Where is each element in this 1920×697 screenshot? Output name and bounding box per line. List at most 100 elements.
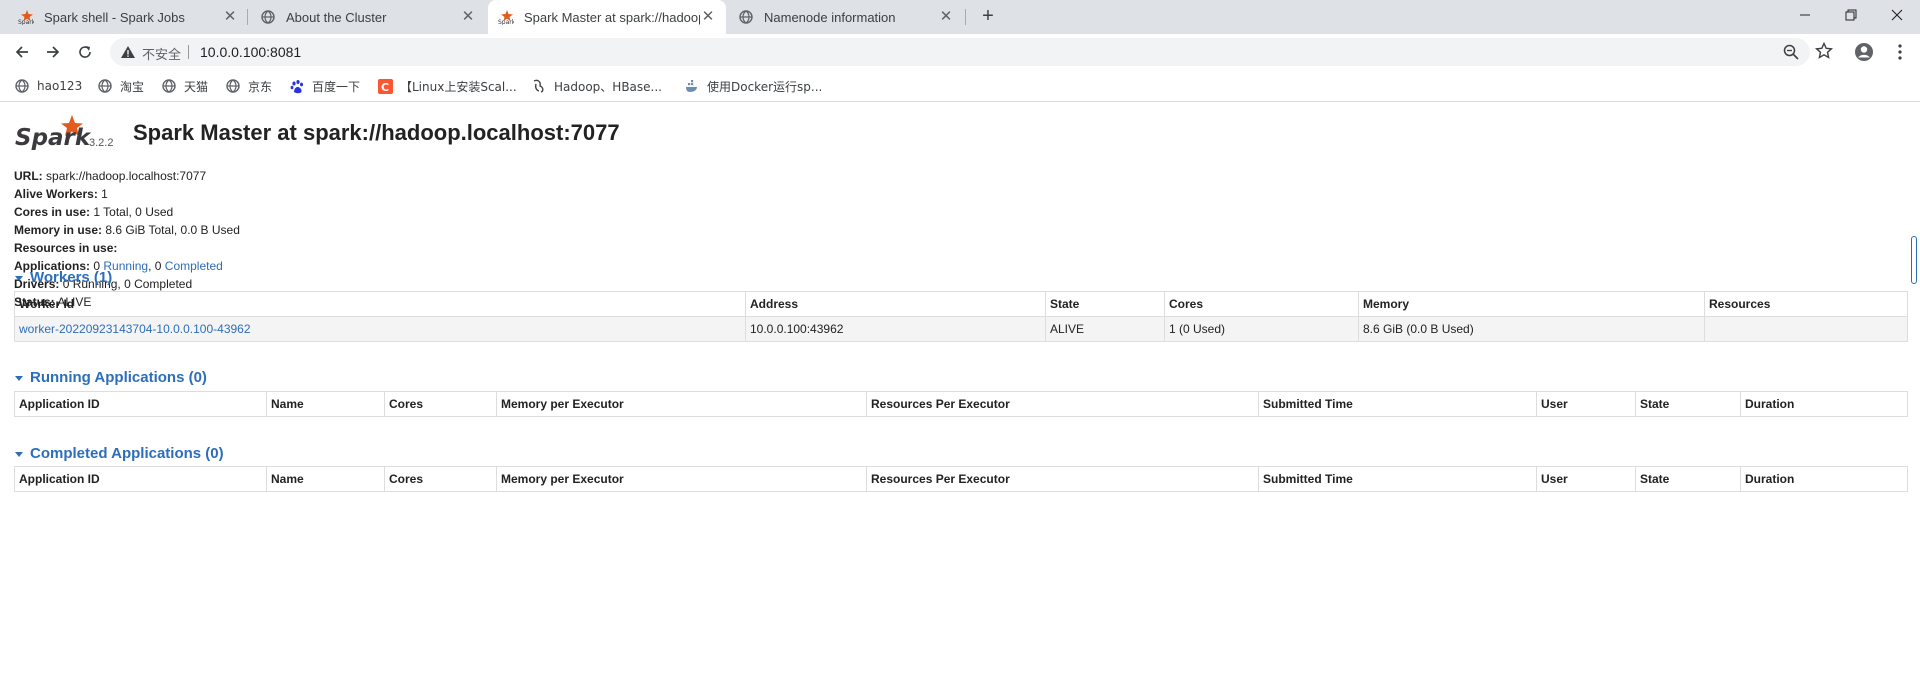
col-memory[interactable]: Memory xyxy=(1358,291,1705,317)
workers-section-toggle[interactable]: Workers (1) xyxy=(14,269,112,286)
col-cores[interactable]: Cores xyxy=(1164,291,1359,317)
col-application-id[interactable]: Application ID xyxy=(14,391,267,417)
close-icon[interactable]: ✕ xyxy=(222,9,238,25)
col-resources-per-executor[interactable]: Resources Per Executor xyxy=(866,466,1259,492)
csdn-c-icon: C xyxy=(377,78,393,94)
menu-kebab-icon[interactable] xyxy=(1890,42,1910,62)
bookmark-linux-scala[interactable]: C 【Linux上安装Scal... xyxy=(377,76,517,96)
col-application-id[interactable]: Application ID xyxy=(14,466,267,492)
close-icon[interactable]: ✕ xyxy=(700,9,716,25)
baidu-paw-icon xyxy=(289,78,305,94)
svg-text:Spark: Spark xyxy=(498,19,514,25)
spark-favicon-icon: Spark xyxy=(18,9,34,25)
security-label[interactable]: 不安全 xyxy=(142,44,181,63)
completed-apps-section-toggle[interactable]: Completed Applications (0) xyxy=(14,445,224,462)
svg-text:C: C xyxy=(381,81,389,94)
tab-separator xyxy=(247,9,248,25)
bookmark-label: 使用Docker运行sp... xyxy=(707,79,823,94)
completed-apps-link[interactable]: Completed xyxy=(165,259,223,273)
worker-id-link[interactable]: worker-20220923143704-10.0.0.100-43962 xyxy=(19,322,251,336)
globe-icon xyxy=(260,9,276,25)
profile-avatar-icon[interactable] xyxy=(1854,42,1874,62)
col-duration[interactable]: Duration xyxy=(1740,391,1908,417)
tab-spark-shell[interactable]: Spark Spark shell - Spark Jobs ✕ xyxy=(8,0,248,34)
col-user[interactable]: User xyxy=(1536,466,1636,492)
caret-down-icon xyxy=(15,451,23,457)
new-tab-plus-icon[interactable]: + xyxy=(976,5,1000,29)
globe-icon xyxy=(225,78,241,94)
col-duration[interactable]: Duration xyxy=(1740,466,1908,492)
col-name[interactable]: Name xyxy=(266,466,385,492)
col-resources-per-executor[interactable]: Resources Per Executor xyxy=(866,391,1259,417)
bookmark-hao123[interactable]: hao123 xyxy=(14,76,82,96)
tab-separator xyxy=(965,9,966,25)
bookmark-jd[interactable]: 京东 xyxy=(225,76,272,96)
worker-resources-cell xyxy=(1704,316,1908,342)
worker-id-cell: worker-20220923143704-10.0.0.100-43962 xyxy=(14,316,746,342)
col-memory-per-executor[interactable]: Memory per Executor xyxy=(496,391,867,417)
col-state[interactable]: State xyxy=(1635,391,1741,417)
col-name[interactable]: Name xyxy=(266,391,385,417)
back-arrow-icon[interactable] xyxy=(10,40,34,64)
scrollbar-thumb[interactable] xyxy=(1911,236,1917,284)
minimize-icon[interactable] xyxy=(1782,0,1828,30)
worker-state-cell: ALIVE xyxy=(1045,316,1165,342)
table-header-row: Application ID Name Cores Memory per Exe… xyxy=(14,466,1908,492)
window-close-icon[interactable] xyxy=(1874,0,1920,30)
col-user[interactable]: User xyxy=(1536,391,1636,417)
tab-about-cluster[interactable]: About the Cluster ✕ xyxy=(250,0,486,34)
bookmark-hadoop-hbase[interactable]: Hadoop、HBase... xyxy=(531,76,662,96)
col-resources[interactable]: Resources xyxy=(1704,291,1908,317)
summary-memory: Memory in use: 8.6 GiB Total, 0.0 B Used xyxy=(14,223,240,237)
col-state[interactable]: State xyxy=(1635,466,1741,492)
summary-url: URL: spark://hadoop.localhost:7077 xyxy=(14,169,207,183)
worker-cores-cell: 1 (0 Used) xyxy=(1164,316,1359,342)
page-title: Spark Master at spark://hadoop.localhost… xyxy=(133,120,620,145)
bookmark-docker-spark[interactable]: 使用Docker运行sp... xyxy=(684,76,822,96)
col-address[interactable]: Address xyxy=(745,291,1046,317)
browser-toolbar: 不安全 10.0.0.100:8081 xyxy=(0,34,1920,70)
forward-arrow-icon[interactable] xyxy=(41,40,65,64)
reload-icon[interactable] xyxy=(73,40,97,64)
address-divider xyxy=(188,45,189,59)
summary-alive-workers: Alive Workers: 1 xyxy=(14,187,108,201)
col-submitted-time[interactable]: Submitted Time xyxy=(1258,466,1537,492)
tab-strip: Spark Spark shell - Spark Jobs ✕ About t… xyxy=(0,0,1920,34)
col-memory-per-executor[interactable]: Memory per Executor xyxy=(496,466,867,492)
table-row: worker-20220923143704-10.0.0.100-43962 1… xyxy=(14,316,1908,342)
bookmarks-bar: hao123 淘宝 天猫 京东 百度一下 C 【Linux上安装Scal... … xyxy=(0,70,1920,102)
caret-down-icon xyxy=(15,375,23,381)
bookmark-tmall[interactable]: 天猫 xyxy=(161,76,208,96)
col-worker-id[interactable]: Worker Id xyxy=(14,291,746,317)
spark-logo[interactable]: Spark xyxy=(14,113,114,157)
bookmark-star-icon[interactable] xyxy=(1814,41,1835,62)
completed-apps-table: Application ID Name Cores Memory per Exe… xyxy=(14,466,1908,492)
col-cores[interactable]: Cores xyxy=(384,391,497,417)
running-apps-section-toggle[interactable]: Running Applications (0) xyxy=(14,369,207,386)
bookmark-taobao[interactable]: 淘宝 xyxy=(97,76,144,96)
col-state[interactable]: State xyxy=(1045,291,1165,317)
bookmark-baidu[interactable]: 百度一下 xyxy=(289,76,360,96)
bookmark-label: Hadoop、HBase... xyxy=(554,79,662,94)
col-submitted-time[interactable]: Submitted Time xyxy=(1258,391,1537,417)
hadoop-icon xyxy=(531,78,547,94)
tab-namenode-info[interactable]: Namenode information ✕ xyxy=(728,0,964,34)
bookmark-label: 【Linux上安装Scal... xyxy=(400,79,517,94)
summary-cores: Cores in use: 1 Total, 0 Used xyxy=(14,205,174,219)
close-icon[interactable]: ✕ xyxy=(938,9,954,25)
restore-icon[interactable] xyxy=(1828,0,1874,30)
svg-text:Spark: Spark xyxy=(15,125,92,151)
completed-apps-header: Completed Applications (0) xyxy=(30,445,224,462)
col-cores[interactable]: Cores xyxy=(384,466,497,492)
tab-spark-master[interactable]: Spark Spark Master at spark://hadoop.loc… xyxy=(488,0,726,34)
url-text[interactable]: 10.0.0.100:8081 xyxy=(200,44,301,60)
warning-triangle-icon[interactable] xyxy=(120,44,136,60)
zoom-icon[interactable] xyxy=(1782,43,1800,61)
table-header-row: Application ID Name Cores Memory per Exe… xyxy=(14,391,1908,417)
close-icon[interactable]: ✕ xyxy=(460,9,476,25)
bookmark-label: hao123 xyxy=(37,79,83,93)
bookmark-label: 京东 xyxy=(248,79,273,94)
spark-favicon-icon: Spark xyxy=(498,9,514,25)
tab-title: Spark Master at spark://hadoop.localhost… xyxy=(524,9,700,25)
address-bar[interactable]: 不安全 10.0.0.100:8081 xyxy=(110,38,1810,66)
